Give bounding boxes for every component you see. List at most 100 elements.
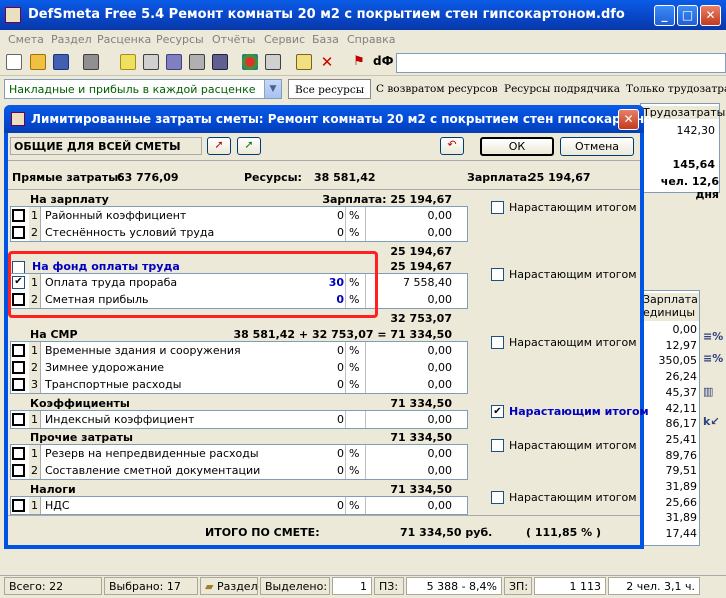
- column-divider: [345, 342, 346, 359]
- tab-contractor-resources[interactable]: Ресурсы подрядчика: [498, 79, 626, 99]
- section-base-value: 38 581,42 + 32 753,07 = 71 334,50: [233, 328, 452, 341]
- menu-section[interactable]: Раздел: [51, 33, 92, 46]
- row-sum: 0,00: [427, 293, 453, 306]
- dialog-title: Лимитированные затраты сметы: Ремонт ком…: [31, 112, 667, 126]
- column-divider: [365, 445, 366, 462]
- row-sum: 0,00: [427, 378, 453, 391]
- row-checkbox[interactable]: [12, 344, 25, 357]
- row-percent-input[interactable]: 0: [337, 209, 344, 222]
- percent-icon[interactable]: ≡%: [703, 352, 723, 365]
- row-unit: %: [349, 378, 360, 391]
- grid-cell: 79,51: [665, 464, 698, 478]
- row-checkbox[interactable]: [12, 361, 25, 374]
- wizard-icon[interactable]: [120, 54, 136, 70]
- row-unit: %: [349, 499, 360, 512]
- row-sum: 0,00: [427, 447, 453, 460]
- undo-button[interactable]: ↶: [440, 137, 464, 155]
- load-button[interactable]: ➚: [207, 137, 231, 155]
- menu-database[interactable]: База: [312, 33, 339, 46]
- grid-cell: 26,24: [665, 370, 698, 384]
- row-checkbox[interactable]: [12, 226, 25, 239]
- status-section[interactable]: ▰ Раздел: [200, 577, 258, 595]
- cumulative-checkbox[interactable]: [491, 439, 504, 452]
- new-file-icon[interactable]: [6, 54, 22, 70]
- percent-icon[interactable]: [143, 54, 159, 70]
- calculator-icon[interactable]: [212, 54, 228, 70]
- row-percent-input[interactable]: 0: [337, 413, 344, 426]
- overhead-combo-value: Накладные и прибыль в каждой расценке: [9, 83, 256, 96]
- menu-reports[interactable]: Отчёты: [212, 33, 255, 46]
- grid-cell: чел. 12,6 дня: [660, 175, 719, 201]
- row-sum: 0,00: [427, 464, 453, 477]
- tab-returned-resources[interactable]: С возвратом ресурсов: [370, 79, 504, 99]
- grid-icon[interactable]: [265, 54, 281, 70]
- app-titlebar: DefSmeta Free 5.4 Ремонт комнаты 20 м2 с…: [0, 0, 726, 30]
- toolbar-input[interactable]: [396, 53, 726, 73]
- cumulative-checkbox[interactable]: [491, 201, 504, 214]
- row-checkbox[interactable]: [12, 499, 25, 512]
- row-percent-input[interactable]: 0: [337, 447, 344, 460]
- salary-label: Зарплата:: [467, 171, 532, 184]
- row-unit: %: [349, 344, 360, 357]
- row-percent-input[interactable]: 0: [337, 499, 344, 512]
- section-rows-panel: [10, 496, 468, 515]
- chevron-down-icon[interactable]: ▼: [264, 80, 281, 98]
- ruler-icon[interactable]: [189, 54, 205, 70]
- column-divider: [365, 224, 366, 241]
- cancel-button[interactable]: Отмена: [560, 137, 634, 156]
- overhead-combo[interactable]: Накладные и прибыль в каждой расценке ▼: [4, 79, 282, 99]
- menu-resources[interactable]: Ресурсы: [156, 33, 204, 46]
- maximize-button[interactable]: □: [677, 5, 698, 26]
- row-percent-input[interactable]: 0: [337, 378, 344, 391]
- cumulative-label: Нарастающим итогом: [509, 336, 637, 349]
- menu-bar: Смета Раздел Расценка Ресурсы Отчёты Сер…: [0, 30, 726, 50]
- menu-smeta[interactable]: Смета: [8, 33, 44, 46]
- dialog-close-button[interactable]: ✕: [618, 109, 639, 130]
- colors-icon[interactable]: [242, 54, 258, 70]
- ok-button[interactable]: ОК: [480, 137, 554, 156]
- print-icon[interactable]: [83, 54, 99, 70]
- section-title: Коэффициенты: [30, 397, 130, 410]
- edit-icon[interactable]: [296, 54, 312, 70]
- cumulative-checkbox[interactable]: [491, 336, 504, 349]
- status-total: Всего: 22: [4, 577, 102, 595]
- row-percent-input[interactable]: 0: [337, 464, 344, 477]
- column-divider: [345, 207, 346, 224]
- delete-icon[interactable]: ✕: [319, 54, 335, 70]
- binoculars-icon[interactable]: dФ: [373, 54, 394, 70]
- row-checkbox[interactable]: [12, 209, 25, 222]
- row-percent-input[interactable]: 0: [337, 344, 344, 357]
- menu-help[interactable]: Справка: [347, 33, 395, 46]
- cumulative-label: Нарастающим итогом: [509, 268, 637, 281]
- grid-cell: 45,37: [665, 385, 698, 399]
- column-divider: [365, 376, 366, 393]
- row-checkbox[interactable]: [12, 413, 25, 426]
- minimize-button[interactable]: _: [654, 5, 675, 26]
- tab-labor-only[interactable]: Только трудозатраты: [620, 79, 726, 99]
- row-percent-input[interactable]: 0: [337, 226, 344, 239]
- close-button[interactable]: ✕: [700, 5, 721, 26]
- flag-icon[interactable]: ⚑: [351, 54, 367, 70]
- menu-service[interactable]: Сервис: [264, 33, 305, 46]
- cumulative-checkbox[interactable]: ✔: [491, 405, 504, 418]
- cumulative-checkbox[interactable]: [491, 268, 504, 281]
- percent-icon[interactable]: ≡%: [703, 330, 723, 343]
- grid-cell: 89,76: [665, 448, 698, 462]
- salary-value: 25 194,67: [529, 171, 591, 184]
- row-checkbox[interactable]: [12, 378, 25, 391]
- column-divider: [345, 411, 346, 428]
- save-template-button[interactable]: ➚: [237, 137, 261, 155]
- chart-icon[interactable]: ▥: [703, 385, 713, 398]
- total-percent: ( 111,85 % ): [526, 526, 602, 539]
- open-folder-icon[interactable]: [30, 54, 46, 70]
- chart-icon[interactable]: [166, 54, 182, 70]
- row-percent-input[interactable]: 0: [337, 361, 344, 374]
- row-checkbox[interactable]: [12, 447, 25, 460]
- row-checkbox[interactable]: [12, 464, 25, 477]
- coefficient-icon[interactable]: k↙: [703, 415, 720, 428]
- menu-rate[interactable]: Расценка: [97, 33, 151, 46]
- cumulative-checkbox[interactable]: [491, 491, 504, 504]
- save-icon[interactable]: [53, 54, 69, 70]
- row-number: 1: [29, 445, 41, 462]
- tab-all-resources[interactable]: Все ресурсы: [288, 79, 372, 99]
